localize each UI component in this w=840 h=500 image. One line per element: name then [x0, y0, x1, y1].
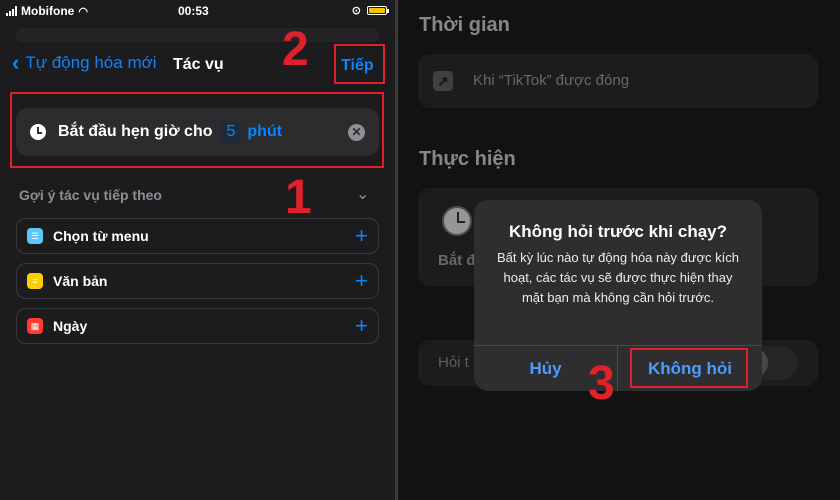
calendar-icon: ▦	[27, 318, 43, 334]
carrier-info: Mobifone ◠	[6, 4, 88, 18]
add-icon[interactable]: +	[355, 225, 368, 247]
suggestion-label: Ngày	[53, 318, 88, 334]
suggestions-title: Gợi ý tác vụ tiếp theo	[19, 187, 162, 203]
back-button[interactable]: ‹ Tự động hóa mới	[12, 50, 157, 75]
status-bar: Mobifone ◠ 00:53 ⊙	[0, 0, 395, 22]
chevron-down-icon[interactable]: ⌄	[356, 184, 369, 204]
suggestion-row-date[interactable]: ▦ Ngày +	[16, 308, 379, 344]
chevron-left-icon: ‹	[12, 50, 20, 75]
suggestion-label: Văn bản	[53, 273, 108, 289]
text-icon: ≡	[27, 273, 43, 289]
page-title: Tác vụ	[173, 56, 224, 73]
battery-icon	[367, 6, 389, 15]
add-icon[interactable]: +	[355, 315, 368, 337]
status-time: 00:53	[178, 4, 209, 18]
signal-icon	[6, 6, 17, 16]
orientation-lock-icon: ⊙	[351, 5, 361, 17]
annotation-box-3	[630, 348, 748, 388]
back-label: Tự động hóa mới	[25, 53, 157, 72]
left-screen: Mobifone ◠ 00:53 ⊙ ‹ Tự động hóa mới Tác…	[0, 0, 395, 500]
status-right: ⊙	[351, 4, 389, 17]
background-card-peek	[16, 28, 379, 42]
annotation-box-1	[10, 92, 384, 168]
add-icon[interactable]: +	[355, 270, 368, 292]
suggestion-label: Chọn từ menu	[53, 228, 149, 244]
menu-icon: ☰	[27, 228, 43, 244]
annotation-number-3: 3	[588, 357, 615, 410]
alert-title: Không hỏi trước khi chạy?	[508, 222, 728, 241]
alert-message: Bất kỳ lúc nào tự động hóa này được kích…	[496, 250, 739, 305]
suggestion-row-text[interactable]: ≡ Văn bản +	[16, 263, 379, 299]
annotation-number-1: 1	[285, 171, 312, 224]
suggestion-row-menu[interactable]: ☰ Chọn từ menu +	[16, 218, 379, 254]
annotation-box-2	[334, 44, 385, 84]
wifi-icon: ◠	[78, 5, 88, 18]
annotation-number-2: 2	[282, 23, 309, 76]
carrier-name: Mobifone	[21, 4, 75, 18]
